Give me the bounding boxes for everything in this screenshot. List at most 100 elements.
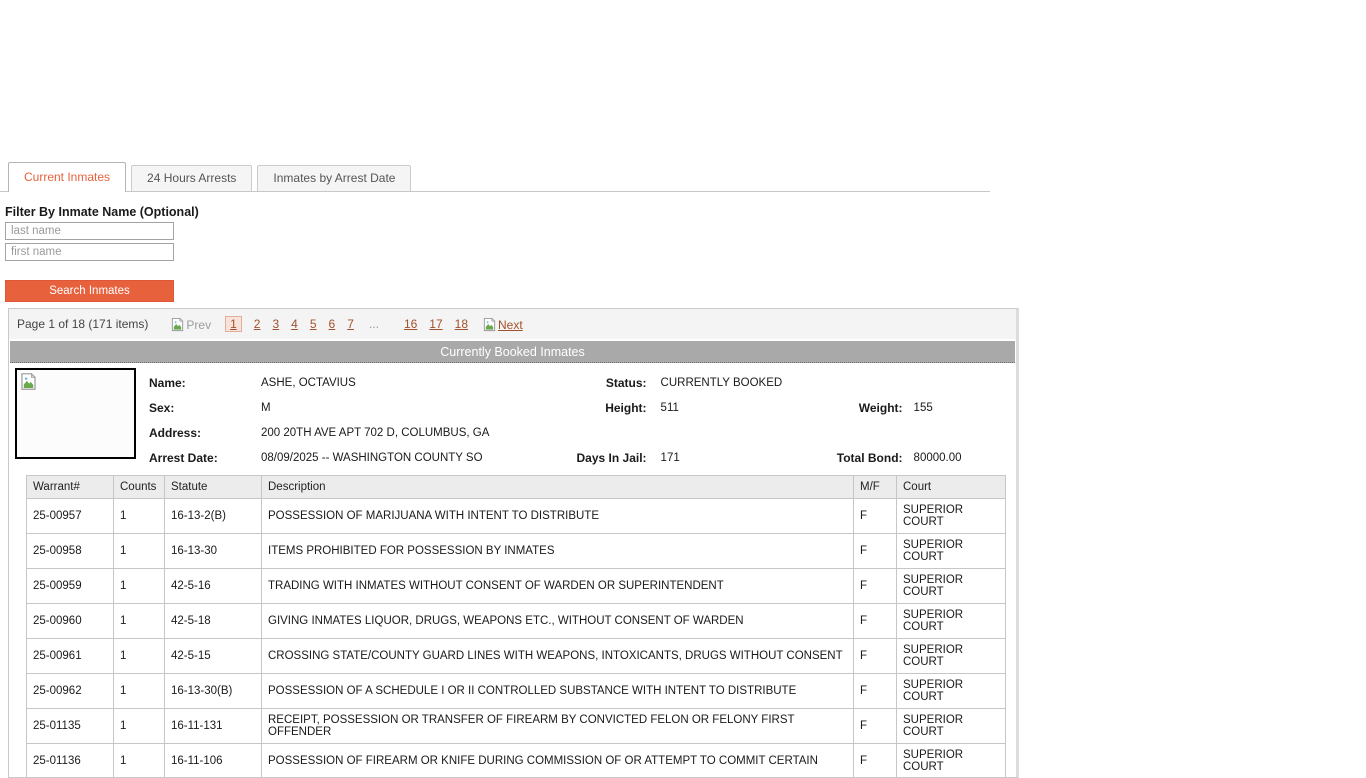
broken-image-icon xyxy=(482,317,497,332)
charge-row: 25-00957116-13-2(B)POSSESSION OF MARIJUA… xyxy=(27,499,1006,534)
charge-cell-court: SUPERIOR COURT xyxy=(897,534,1006,569)
pagination-bar: Page 1 of 18 (171 items) Prev 1234567...… xyxy=(9,309,1016,339)
charge-cell-mf: F xyxy=(854,639,897,674)
charge-row: 25-00962116-13-30(B)POSSESSION OF A SCHE… xyxy=(27,674,1006,709)
charge-cell-description: GIVING INMATES LIQUOR, DRUGS, WEAPONS ET… xyxy=(262,604,854,639)
page-link-2[interactable]: 2 xyxy=(254,317,261,331)
inmate-name: ASHE, OCTAVIUS xyxy=(261,370,483,395)
charge-cell-mf: F xyxy=(854,744,897,778)
prev-button[interactable]: Prev xyxy=(170,317,211,332)
tab-inmates-by-arrest-date[interactable]: Inmates by Arrest Date xyxy=(257,165,411,191)
charge-cell-statute: 42-5-16 xyxy=(165,569,262,604)
charge-cell-counts: 1 xyxy=(114,534,165,569)
charges-tbody: 25-00957116-13-2(B)POSSESSION OF MARIJUA… xyxy=(27,499,1006,778)
charge-cell-counts: 1 xyxy=(114,674,165,709)
charge-cell-counts: 1 xyxy=(114,744,165,778)
charge-cell-statute: 16-13-30(B) xyxy=(165,674,262,709)
next-button[interactable]: Next xyxy=(482,317,523,332)
column-header-court: Court xyxy=(897,476,1006,499)
tab-bar: Current Inmates24 Hours ArrestsInmates b… xyxy=(0,162,990,192)
charge-cell-warrant: 25-00960 xyxy=(27,604,114,639)
charge-cell-statute: 16-11-106 xyxy=(165,744,262,778)
charge-cell-description: CROSSING STATE/COUNTY GUARD LINES WITH W… xyxy=(262,639,854,674)
status-label: Status: xyxy=(483,370,647,395)
charge-cell-counts: 1 xyxy=(114,499,165,534)
charge-cell-warrant: 25-00959 xyxy=(27,569,114,604)
page-link-4[interactable]: 4 xyxy=(291,317,298,331)
charge-row: 25-00961142-5-15CROSSING STATE/COUNTY GU… xyxy=(27,639,1006,674)
charges-table: Warrant#CountsStatuteDescriptionM/FCourt… xyxy=(26,475,1006,778)
inmate-height: 511 xyxy=(647,395,791,420)
total-bond-label: Total Bond: xyxy=(791,445,903,470)
height-label: Height: xyxy=(483,395,647,420)
charge-cell-warrant: 25-00958 xyxy=(27,534,114,569)
charge-row: 25-00960142-5-18GIVING INMATES LIQUOR, D… xyxy=(27,604,1006,639)
search-inmates-button[interactable]: Search Inmates xyxy=(5,280,174,302)
page-link-1[interactable]: 1 xyxy=(225,316,242,332)
column-header-counts: Counts xyxy=(114,476,165,499)
charge-cell-statute: 16-13-2(B) xyxy=(165,499,262,534)
charge-row: 25-01135116-11-131RECEIPT, POSSESSION OR… xyxy=(27,709,1006,744)
inmate-detail-table: Name: ASHE, OCTAVIUS Status: CURRENTLY B… xyxy=(149,370,962,470)
charge-cell-statute: 42-5-15 xyxy=(165,639,262,674)
charge-cell-court: SUPERIOR COURT xyxy=(897,499,1006,534)
sex-label: Sex: xyxy=(149,395,261,420)
charge-cell-court: SUPERIOR COURT xyxy=(897,639,1006,674)
charge-cell-court: SUPERIOR COURT xyxy=(897,744,1006,778)
weight-label: Weight: xyxy=(791,395,903,420)
inmate-detail: Name: ASHE, OCTAVIUS Status: CURRENTLY B… xyxy=(9,363,1016,467)
first-name-input[interactable] xyxy=(5,243,174,261)
pagination-summary: Page 1 of 18 (171 items) xyxy=(17,317,148,331)
prev-label: Prev xyxy=(186,318,211,332)
charge-cell-warrant: 25-01135 xyxy=(27,709,114,744)
charge-cell-mf: F xyxy=(854,604,897,639)
charge-cell-description: POSSESSION OF A SCHEDULE I OR II CONTROL… xyxy=(262,674,854,709)
page-link-16[interactable]: 16 xyxy=(404,317,417,331)
inmate-sex: M xyxy=(261,395,483,420)
address-label: Address: xyxy=(149,420,261,445)
charge-cell-mf: F xyxy=(854,569,897,604)
charge-row: 25-01136116-11-106POSSESSION OF FIREARM … xyxy=(27,744,1006,778)
charge-cell-mf: F xyxy=(854,534,897,569)
charge-cell-warrant: 25-00961 xyxy=(27,639,114,674)
page-link-7[interactable]: 7 xyxy=(347,317,354,331)
inmate-total-bond: 80000.00 xyxy=(903,445,962,470)
page-link-17[interactable]: 17 xyxy=(429,317,442,331)
broken-image-icon xyxy=(170,317,185,332)
tab-24-hours-arrests[interactable]: 24 Hours Arrests xyxy=(131,165,252,191)
charge-cell-counts: 1 xyxy=(114,639,165,674)
charge-cell-court: SUPERIOR COURT xyxy=(897,569,1006,604)
column-header-mf: M/F xyxy=(854,476,897,499)
last-name-input[interactable] xyxy=(5,222,174,240)
charge-cell-warrant: 25-00962 xyxy=(27,674,114,709)
page-link-3[interactable]: 3 xyxy=(272,317,279,331)
page-link-5[interactable]: 5 xyxy=(310,317,317,331)
inmate-address: 200 20TH AVE APT 702 D, COLUMBUS, GA xyxy=(261,420,962,445)
column-header-description: Description xyxy=(262,476,854,499)
tab-current-inmates[interactable]: Current Inmates xyxy=(8,162,126,192)
page-link-18[interactable]: 18 xyxy=(455,317,468,331)
charge-cell-court: SUPERIOR COURT xyxy=(897,674,1006,709)
charge-cell-counts: 1 xyxy=(114,604,165,639)
inmate-status: CURRENTLY BOOKED xyxy=(647,370,962,395)
inmate-arrest-date: 08/09/2025 -- WASHINGTON COUNTY SO xyxy=(261,445,483,470)
charge-cell-statute: 16-11-131 xyxy=(165,709,262,744)
charge-cell-warrant: 25-00957 xyxy=(27,499,114,534)
broken-image-icon xyxy=(19,372,38,391)
page-link-6[interactable]: 6 xyxy=(329,317,336,331)
section-header: Currently Booked Inmates xyxy=(10,341,1015,363)
page-links: 1234567...161718 xyxy=(219,317,474,331)
charge-cell-counts: 1 xyxy=(114,569,165,604)
charge-cell-court: SUPERIOR COURT xyxy=(897,604,1006,639)
charge-cell-court: SUPERIOR COURT xyxy=(897,709,1006,744)
charge-row: 25-00958116-13-30ITEMS PROHIBITED FOR PO… xyxy=(27,534,1006,569)
charge-cell-warrant: 25-01136 xyxy=(27,744,114,778)
charge-cell-description: RECEIPT, POSSESSION OR TRANSFER OF FIREA… xyxy=(262,709,854,744)
charge-cell-description: ITEMS PROHIBITED FOR POSSESSION BY INMAT… xyxy=(262,534,854,569)
charge-cell-description: TRADING WITH INMATES WITHOUT CONSENT OF … xyxy=(262,569,854,604)
charge-cell-description: POSSESSION OF MARIJUANA WITH INTENT TO D… xyxy=(262,499,854,534)
inmate-photo xyxy=(15,368,136,459)
charge-row: 25-00959142-5-16TRADING WITH INMATES WIT… xyxy=(27,569,1006,604)
charge-cell-statute: 16-13-30 xyxy=(165,534,262,569)
charge-cell-statute: 42-5-18 xyxy=(165,604,262,639)
